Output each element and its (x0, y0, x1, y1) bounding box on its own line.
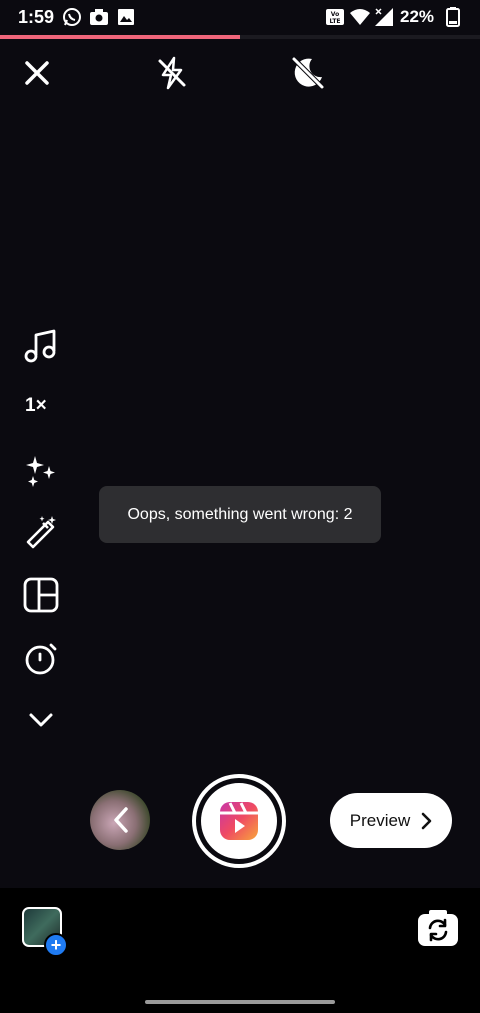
recording-progress-bar (0, 35, 480, 39)
preview-label: Preview (349, 810, 411, 830)
reels-icon (220, 802, 258, 840)
music-icon[interactable] (22, 327, 60, 365)
effects-icon[interactable] (22, 452, 60, 490)
error-toast: Oops, something went wrong: 2 (99, 486, 381, 543)
preview-button[interactable]: Preview (330, 793, 452, 848)
layout-icon[interactable] (22, 576, 60, 614)
status-bar: 1:59 Vo LTE 22% (0, 0, 480, 34)
chevron-down-icon[interactable] (22, 700, 60, 738)
signal-icon (375, 8, 393, 26)
toast-message: Oops, something went wrong: 2 (127, 505, 353, 523)
flip-camera-icon[interactable] (417, 909, 459, 947)
battery-percent: 22% (400, 7, 435, 26)
speed-label[interactable]: 1× (25, 395, 47, 417)
touch-up-icon[interactable] (22, 513, 60, 551)
home-indicator[interactable] (145, 1000, 335, 1004)
status-time: 1:59 (18, 7, 55, 27)
night-mode-off-icon[interactable] (290, 55, 326, 91)
wifi-icon (350, 9, 370, 25)
svg-text:LTE: LTE (329, 18, 340, 25)
chevron-left-icon[interactable] (111, 806, 131, 834)
close-icon[interactable] (19, 55, 55, 91)
camera-icon (90, 9, 108, 25)
recording-progress-fill (0, 35, 240, 39)
add-icon[interactable]: + (44, 933, 68, 957)
image-icon (118, 9, 134, 25)
timer-icon[interactable] (22, 639, 60, 677)
volte-icon: Vo LTE (326, 9, 344, 25)
battery-icon (446, 7, 460, 27)
whatsapp-icon (63, 8, 81, 26)
bottom-bar (0, 888, 480, 1013)
svg-text:Vo: Vo (331, 11, 339, 18)
flash-off-icon[interactable] (154, 55, 190, 91)
chevron-right-icon (421, 812, 432, 829)
